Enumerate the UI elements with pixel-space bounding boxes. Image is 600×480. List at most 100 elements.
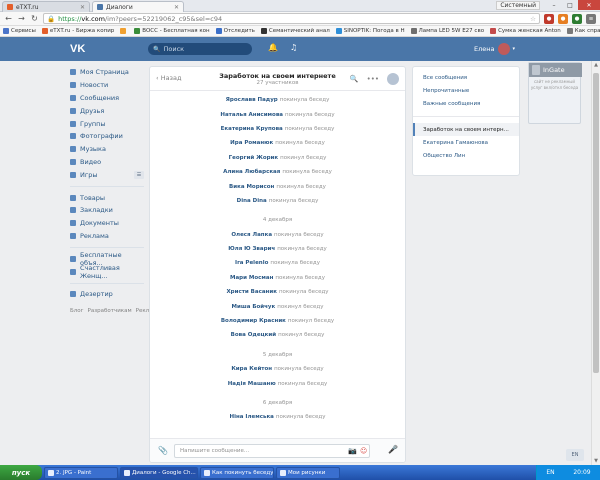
scroll-thumb[interactable] [593,73,599,373]
sidebar-item[interactable]: Музыка [70,143,144,156]
member-name-link[interactable]: Наталья Анисимова [220,112,283,118]
scroll-up-arrow-icon[interactable]: ▲ [592,61,600,69]
browser-tab-dialogs[interactable]: Диалоги ✕ [92,1,184,12]
forward-arrow-icon[interactable]: → [17,14,26,23]
footer-link[interactable]: Разработчикам [88,308,132,314]
sidebar-item[interactable]: Счастливая Женщ... [70,264,144,280]
sidebar-item[interactable]: Группы [70,117,144,130]
vk-logo[interactable]: VK [70,43,85,55]
member-name-link[interactable]: Ira Pelenlo [235,260,268,266]
scroll-down-arrow-icon[interactable]: ▼ [592,457,600,465]
member-name-link[interactable]: Олеся Лапка [231,232,272,238]
filter-item[interactable]: Важные сообщения [413,97,519,110]
groups-icon [70,120,76,127]
sidebar-item[interactable]: Новости [70,79,144,92]
nav-divider [70,247,144,249]
browser-tab-etxt[interactable]: eTXT.ru ✕ [2,1,90,12]
taskbar-item[interactable]: Как покинуть беседу... [200,466,274,479]
member-name-link[interactable]: Юля Ю Зварич [228,246,275,252]
page-scrollbar[interactable]: ▲ ▼ [591,61,600,465]
footer-link[interactable]: Блог [70,308,84,314]
games-settings-icon[interactable]: ☰ [134,170,144,179]
search-input[interactable] [163,45,244,53]
sidebar-item[interactable]: Видео [70,156,144,169]
filter-item[interactable]: Непрочитанные [413,84,519,97]
member-name-link[interactable]: Христи Васаник [226,289,277,295]
bookmark-item[interactable]: Лампа LED 5W E27 сво [410,28,488,34]
menu-icon[interactable]: ≡ [586,13,596,24]
member-name-link[interactable]: Миша Бойчук [232,304,276,310]
clock[interactable]: 20:09 [573,469,590,476]
sidebar-item[interactable]: Игры ☰ [70,168,144,181]
bookmark-item[interactable]: BOCC - Бесплатная кон [134,28,213,34]
microphone-icon[interactable]: 🎤 [388,445,398,454]
sidebar-item[interactable]: Реклама [70,230,144,243]
language-side-button[interactable]: EN [566,449,584,461]
bookmark-item[interactable]: Сумка женская Anton [490,28,565,34]
extension-icon[interactable]: ● [558,13,568,24]
conversation-item[interactable]: Заработок на своем интерн... [413,123,519,136]
member-name-link[interactable]: Кира Кейтон [231,366,272,372]
search-icon[interactable]: 🔍 [350,75,359,83]
sidebar-item[interactable]: Моя Страница [70,66,144,79]
extension-icon[interactable]: ● [572,13,582,24]
sidebar-item[interactable]: Документы [70,217,144,230]
member-name-link[interactable]: Екатерина Крупова [221,126,283,132]
taskbar-item[interactable]: Диалоги - Google Ch... [120,466,198,479]
maximize-icon[interactable]: □ [562,0,578,10]
bookmark-item[interactable] [120,28,132,34]
bookmark-item[interactable]: Отследить [215,28,259,34]
member-name-link[interactable]: Ира Романюк [230,140,273,146]
language-indicator[interactable]: EN [546,469,554,476]
sidebar-item[interactable]: Дезертир [70,288,144,301]
member-name-link[interactable]: Dina Dina [237,198,267,204]
extension-icon[interactable]: ● [544,13,554,24]
close-tab-icon[interactable]: ✕ [174,4,179,11]
member-name-link[interactable]: Георгий Жорик [229,155,278,161]
vk-search-box[interactable]: 🔍 [148,43,252,55]
member-name-link[interactable]: Вова Одецкий [231,332,276,338]
bookmark-item[interactable]: SINOPTIK: Погода в Н [335,28,409,34]
minimize-icon[interactable]: – [546,0,562,10]
taskbar-item[interactable]: Мои рисунки [276,466,340,479]
message-input[interactable] [174,444,370,458]
sidebar-item[interactable]: Фотографии [70,130,144,143]
bookmark-item[interactable]: Сервисы [3,28,40,34]
music-note-icon[interactable]: ♫ [290,43,297,52]
reload-icon[interactable]: ↻ [30,14,39,23]
back-arrow-icon[interactable]: ← [4,14,13,23]
bookmark-item[interactable]: Семантический анал [260,28,334,34]
camera-icon[interactable]: 📷 [348,447,357,455]
member-name-link[interactable]: Володимир Красник [221,318,286,324]
conversation-item[interactable]: Екатерина Гамаюнова [413,136,519,149]
chat-avatar[interactable] [387,73,399,85]
member-name-link[interactable]: Мари Мосман [230,275,273,281]
widget-header[interactable]: InGate [529,63,582,77]
conversation-item[interactable]: Общество Лин [413,149,519,162]
more-options-icon[interactable]: ••• [367,75,379,83]
sidebar-item[interactable]: Сообщения [70,92,144,105]
notifications-bell-icon[interactable]: 🔔 [268,43,278,52]
start-button[interactable]: пуск [0,465,42,480]
emoji-icon[interactable]: ☺ [360,447,367,455]
member-name-link[interactable]: Ярославв Падур [226,97,278,103]
sidebar-item[interactable]: Друзья [70,104,144,117]
browser-profile-label[interactable]: Системный [496,1,540,10]
user-menu[interactable]: Елена ▾ [474,43,515,55]
paperclip-icon[interactable]: 📎 [158,446,168,455]
member-name-link[interactable]: Вика Морисон [229,184,274,190]
close-tab-icon[interactable]: ✕ [80,4,85,11]
bookmark-star-icon[interactable]: ☆ [530,15,536,23]
bookmark-item[interactable]: eTXT.ru - Биржа копир [41,28,118,34]
member-name-link[interactable]: Ніна Ілемська [230,414,274,420]
close-window-icon[interactable]: ✕ [578,0,600,10]
sidebar-item[interactable]: Товары [70,191,144,204]
bookmark-item[interactable]: Как справиться с депр [566,28,600,34]
url-bar[interactable]: 🔒 https:// vk.com /im?peers=52219062_c95… [43,13,540,24]
member-name-link[interactable]: Надія Машаню [228,381,276,387]
taskbar-item[interactable]: 2. JPG - Paint [44,466,118,479]
filter-item[interactable]: Все сообщения [413,71,519,84]
member-name-link[interactable]: Алина Любарская [223,169,280,175]
sidebar-item[interactable]: Закладки [70,204,144,217]
ingate-widget[interactable]: InGate сайт не рекламный услуг вкл/откл … [528,62,582,124]
